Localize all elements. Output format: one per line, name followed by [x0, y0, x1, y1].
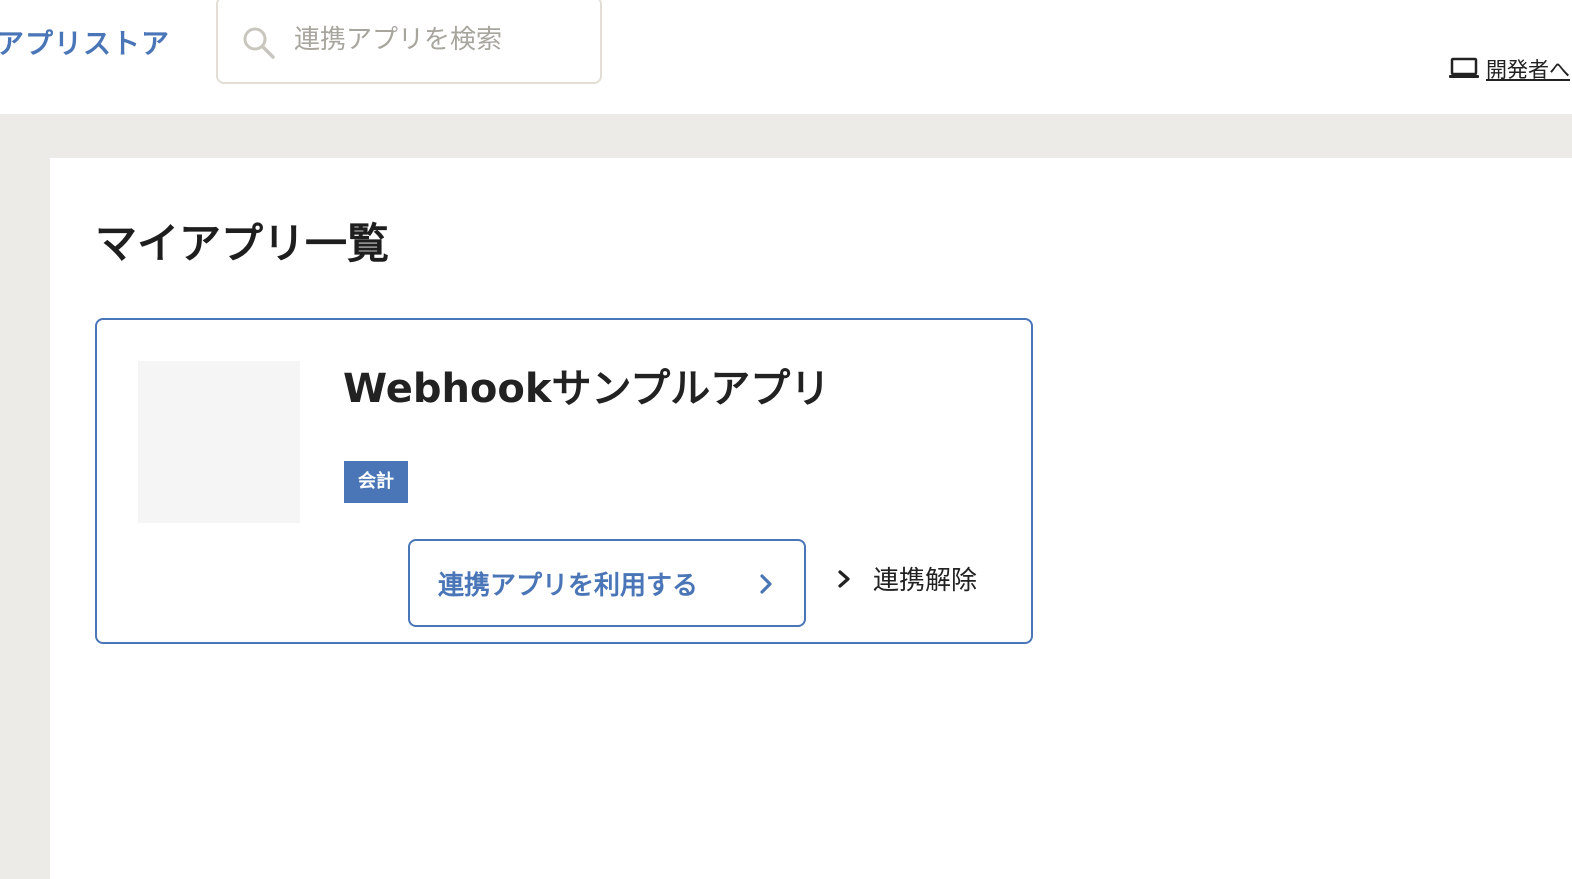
- laptop-icon: [1449, 57, 1479, 78]
- category-badge: 会計: [344, 461, 408, 503]
- search-input[interactable]: [294, 20, 584, 60]
- use-app-button-label: 連携アプリを利用する: [438, 570, 699, 601]
- unlink-label: 連携解除: [873, 566, 978, 596]
- developer-link-label[interactable]: 開発者へ: [1486, 54, 1570, 84]
- main-panel: マイアプリ一覧 Webhookサンプルアプリ 会計 連携アプリを利用する 連携解…: [50, 158, 1572, 879]
- search-icon: [243, 27, 275, 59]
- chevron-right-icon: [760, 574, 772, 594]
- developer-link[interactable]: 開発者へ: [1448, 54, 1570, 84]
- unlink-link[interactable]: 連携解除: [835, 560, 977, 597]
- header: アプリストア 開発者へ: [0, 0, 1572, 114]
- app-thumbnail: [138, 361, 300, 523]
- use-app-button[interactable]: 連携アプリを利用する: [408, 539, 806, 627]
- search-box[interactable]: [216, 0, 602, 84]
- page-title: マイアプリ一覧: [95, 219, 390, 268]
- app-name: Webhookサンプルアプリ: [343, 366, 831, 412]
- app-card: Webhookサンプルアプリ 会計 連携アプリを利用する 連携解除: [95, 318, 1033, 644]
- brand-logo-text[interactable]: アプリストア: [0, 22, 170, 62]
- chevron-right-icon: [838, 569, 850, 588]
